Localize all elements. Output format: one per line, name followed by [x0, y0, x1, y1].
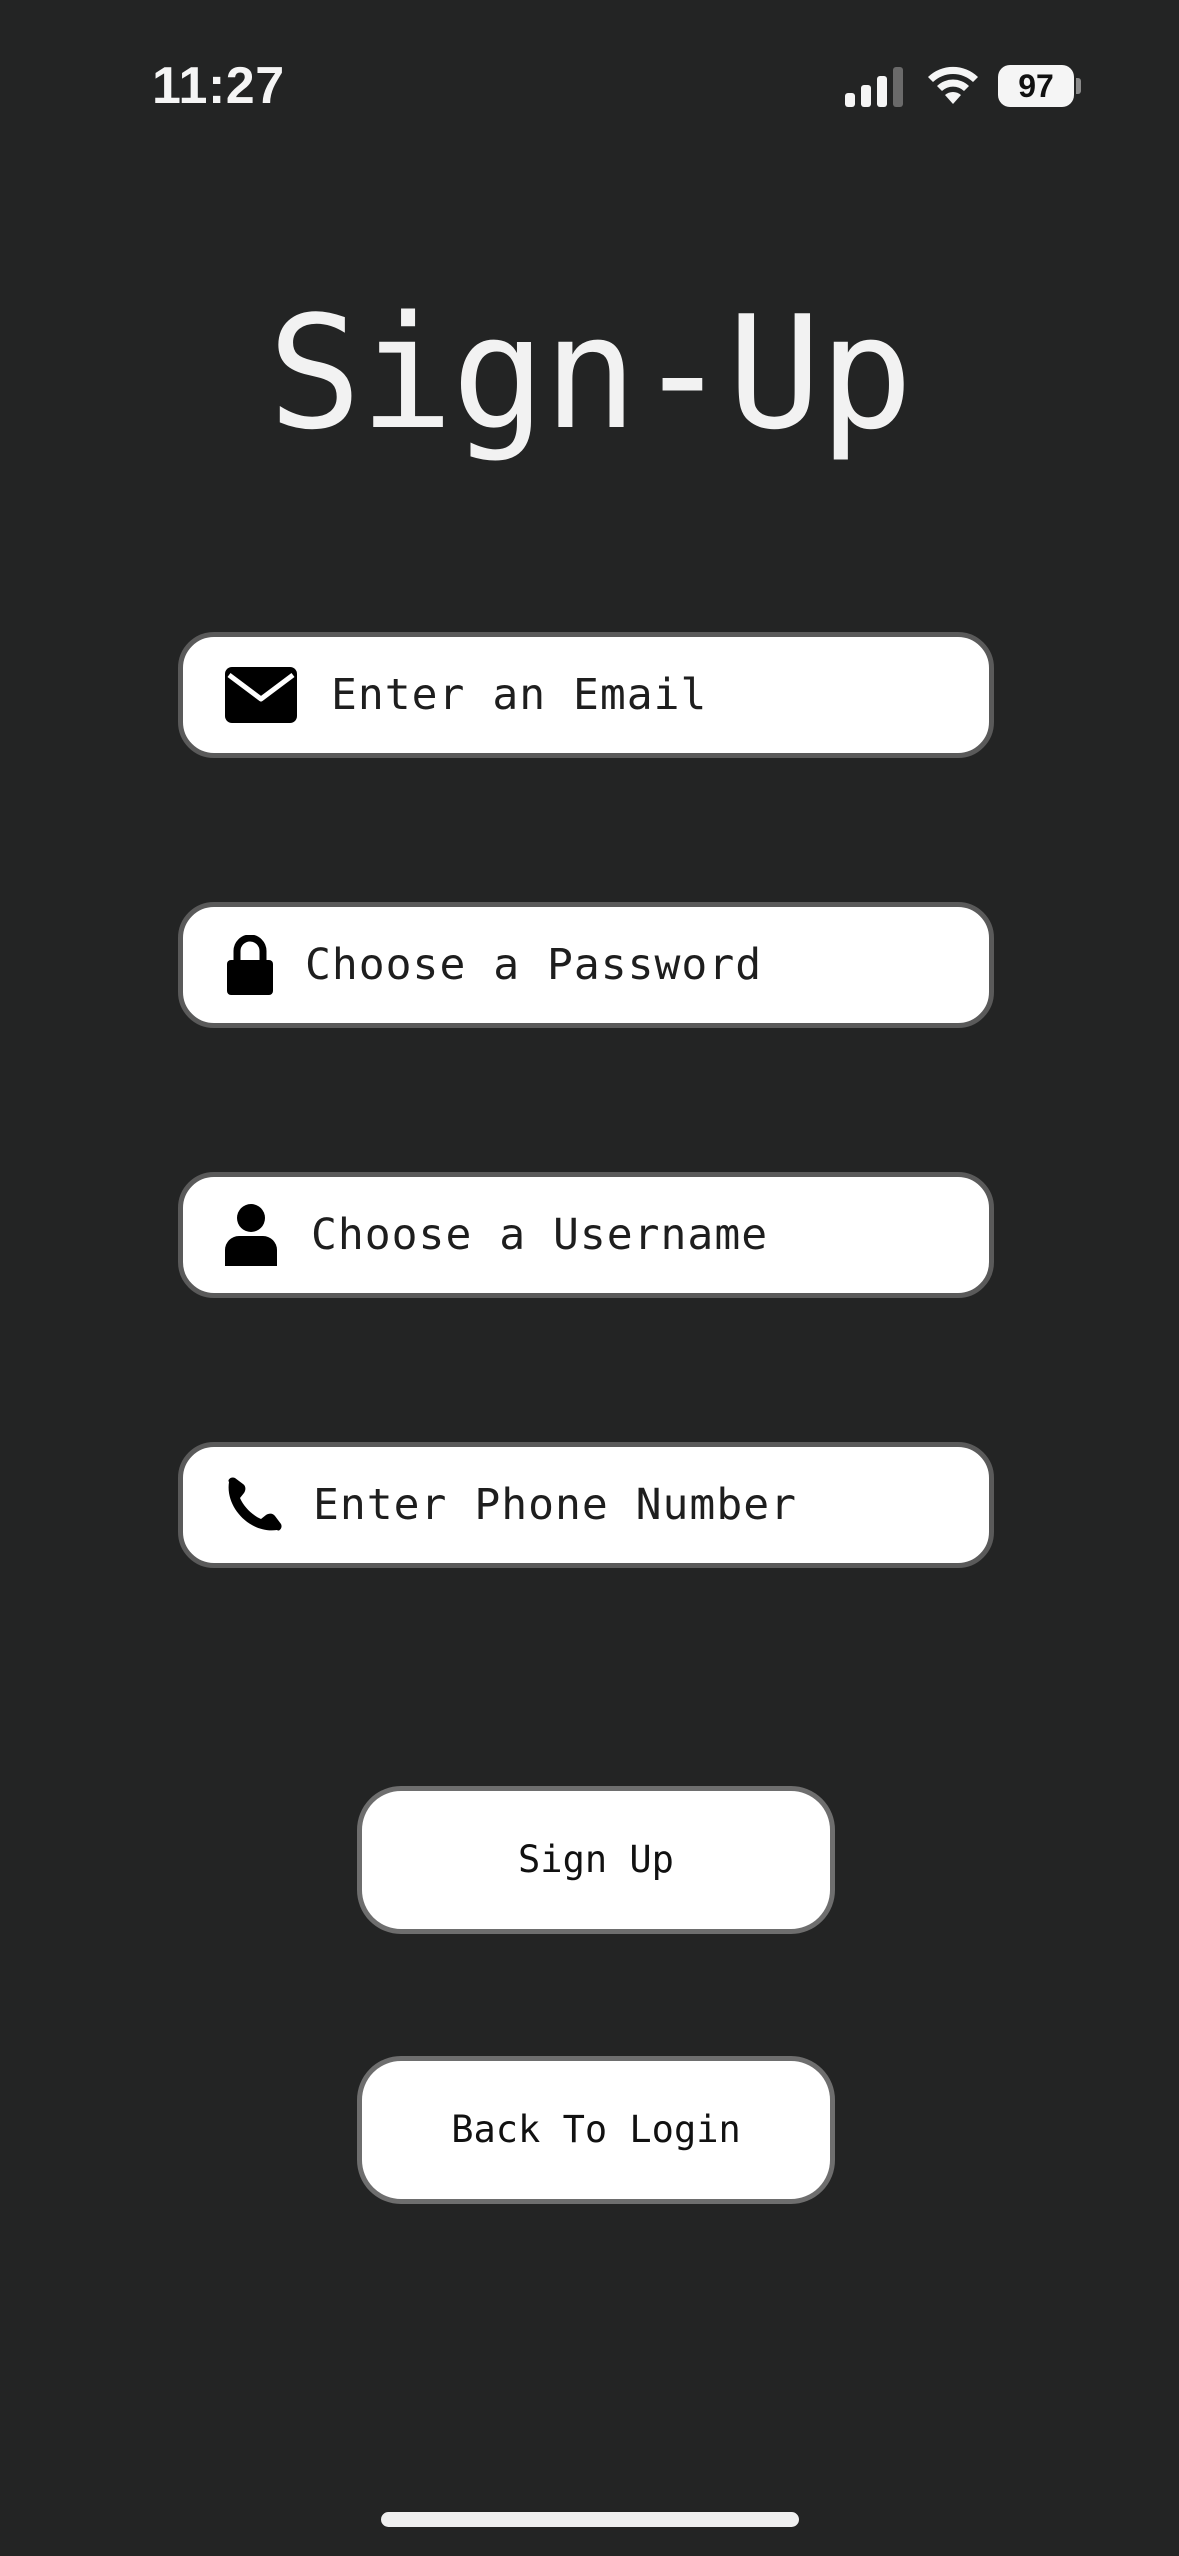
cellular-signal-icon — [845, 67, 903, 107]
envelope-icon — [225, 667, 297, 723]
wifi-icon — [928, 66, 978, 104]
page-title: Sign-Up — [267, 282, 913, 464]
home-indicator[interactable] — [381, 2512, 799, 2527]
phone-placeholder: Enter Phone Number — [313, 1480, 797, 1530]
email-field[interactable]: Enter an Email — [178, 632, 994, 758]
lock-icon — [227, 935, 273, 995]
username-placeholder: Choose a Username — [311, 1210, 769, 1260]
phone-icon — [228, 1477, 282, 1531]
email-placeholder: Enter an Email — [331, 670, 708, 720]
username-field[interactable]: Choose a Username — [178, 1172, 994, 1298]
person-icon — [225, 1204, 277, 1266]
password-field[interactable]: Choose a Password — [178, 902, 994, 1028]
password-placeholder: Choose a Password — [305, 940, 763, 990]
phone-field[interactable]: Enter Phone Number — [178, 1442, 994, 1568]
battery-cap — [1076, 78, 1081, 94]
battery-icon: 97 — [998, 65, 1082, 107]
sign-up-button[interactable]: Sign Up — [357, 1786, 835, 1934]
status-time: 11:27 — [152, 57, 285, 115]
battery-level: 97 — [1018, 68, 1054, 104]
back-to-login-button[interactable]: Back To Login — [357, 2056, 835, 2204]
